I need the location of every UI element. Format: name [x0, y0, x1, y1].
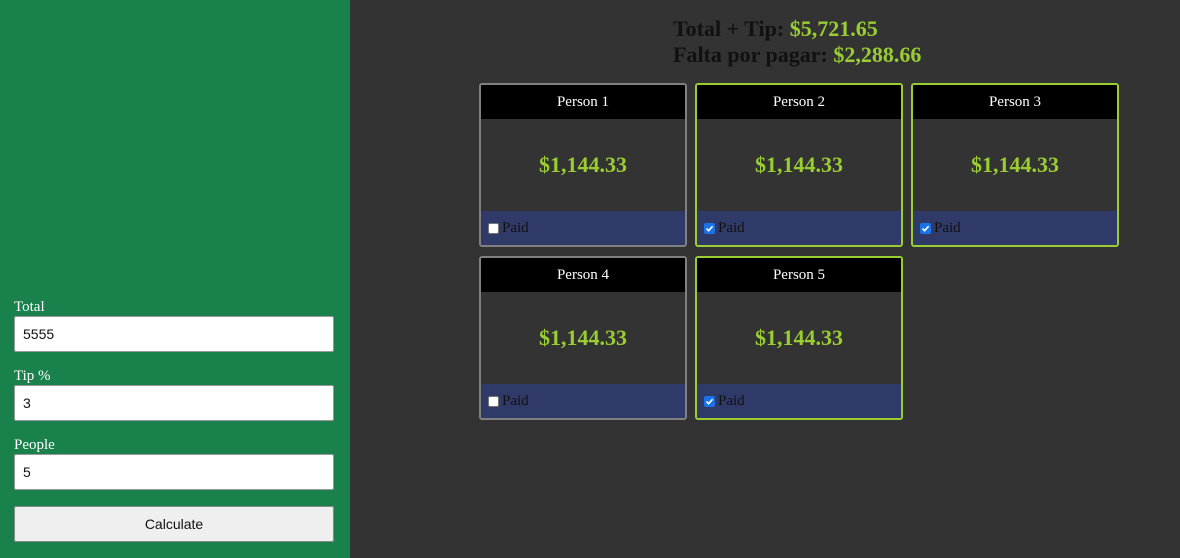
remaining-label: Falta por pagar: [673, 42, 828, 67]
paid-row: Paid [697, 384, 901, 418]
paid-label: Paid [934, 219, 961, 236]
total-label: Total [14, 299, 45, 315]
paid-label: Paid [718, 219, 745, 236]
person-amount: $1,144.33 [539, 325, 627, 350]
remaining-line: Falta por pagar: $2,288.66 [673, 42, 921, 68]
total-tip-value: $5,721.65 [789, 16, 878, 41]
summary: Total + Tip: $5,721.65 Falta por pagar: … [673, 16, 921, 68]
total-tip-label: Total + Tip: [673, 16, 785, 41]
person-card-4: Person 4 $1,144.33 Paid [479, 256, 687, 420]
paid-row: Paid [913, 211, 1117, 245]
people-label: People [14, 437, 55, 453]
main-panel: Total + Tip: $5,721.65 Falta por pagar: … [350, 0, 1180, 558]
paid-row: Paid [697, 211, 901, 245]
paid-checkbox[interactable] [920, 222, 931, 234]
paid-row: Paid [481, 384, 685, 418]
paid-checkbox[interactable] [488, 395, 499, 407]
total-input[interactable] [14, 316, 334, 352]
checkmark-icon [705, 225, 714, 232]
paid-checkbox[interactable] [488, 222, 499, 234]
person-amount: $1,144.33 [971, 152, 1059, 177]
paid-checkbox[interactable] [704, 222, 715, 234]
person-name: Person 4 [481, 258, 685, 292]
person-name: Person 1 [481, 85, 685, 119]
person-amount: $1,144.33 [755, 325, 843, 350]
person-card-3: Person 3 $1,144.33 Paid [911, 83, 1119, 247]
person-name: Person 5 [697, 258, 901, 292]
paid-row: Paid [481, 211, 685, 245]
paid-label: Paid [502, 219, 529, 236]
person-amount: $1,144.33 [539, 152, 627, 177]
tip-label: Tip % [14, 368, 51, 384]
person-card-5: Person 5 $1,144.33 Paid [695, 256, 903, 420]
paid-label: Paid [718, 392, 745, 409]
people-input[interactable] [14, 454, 334, 490]
paid-checkbox[interactable] [704, 395, 715, 407]
tip-input[interactable] [14, 385, 334, 421]
total-tip-line: Total + Tip: $5,721.65 [673, 16, 921, 42]
person-card-2: Person 2 $1,144.33 Paid [695, 83, 903, 247]
person-name: Person 3 [913, 85, 1117, 119]
person-card-1: Person 1 $1,144.33 Paid [479, 83, 687, 247]
person-name: Person 2 [697, 85, 901, 119]
remaining-value: $2,288.66 [833, 42, 922, 67]
person-amount: $1,144.33 [755, 152, 843, 177]
calculate-button[interactable]: Calculate [14, 506, 334, 542]
checkmark-icon [705, 398, 714, 405]
sidebar-form: Total Tip % People Calculate [0, 0, 350, 558]
paid-label: Paid [502, 392, 529, 409]
checkmark-icon [921, 225, 930, 232]
